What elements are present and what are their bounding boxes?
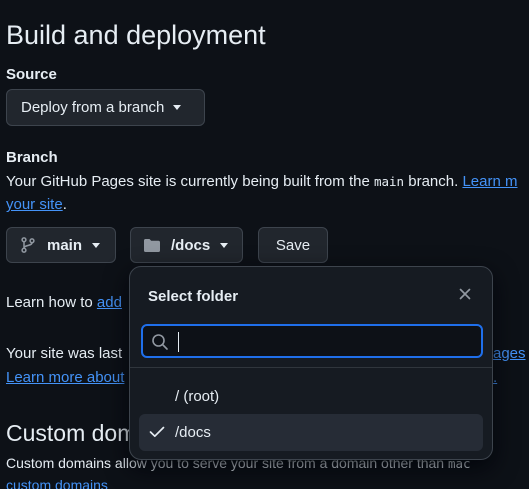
folder-select-button[interactable]: /docs xyxy=(130,227,243,263)
source-select-value: Deploy from a branch xyxy=(21,99,165,116)
folder-option-label: /docs xyxy=(175,424,211,441)
source-select-button[interactable]: Deploy from a branch xyxy=(6,89,205,126)
deployed-trailing-text: . xyxy=(493,369,498,386)
pages-settings: Build and deployment Source Deploy from … xyxy=(0,0,529,489)
caret-down-icon xyxy=(173,105,182,110)
search-icon xyxy=(152,334,168,350)
learn-more-deploy-link[interactable]: Learn more about xyxy=(6,369,124,386)
branch-code: main xyxy=(373,174,405,189)
dropdown-divider xyxy=(130,367,492,368)
folder-option-label: / (root) xyxy=(175,388,220,405)
add-workflow-link[interactable]: add xyxy=(97,294,122,311)
branch-description-line2: your site. xyxy=(6,196,67,213)
your-site-link[interactable]: your site xyxy=(6,196,63,213)
learn-more-deploy: Learn more about xyxy=(6,369,124,386)
check-icon xyxy=(149,426,165,438)
learn-more-link[interactable]: Learn m xyxy=(462,173,517,190)
branch-label: Branch xyxy=(6,149,58,166)
caret-down-icon xyxy=(220,242,229,248)
deployed-link-right: ages xyxy=(493,345,526,362)
custom-domain-title: Custom dom xyxy=(6,420,137,446)
deployed-text: Your site was last xyxy=(6,345,123,362)
section-title: Build and deployment xyxy=(6,20,266,50)
branch-desc-text-1: Your GitHub Pages site is currently bein… xyxy=(6,173,374,190)
custom-domains-link[interactable]: custom domains xyxy=(6,477,108,489)
folder-icon xyxy=(144,238,160,252)
git-branch-icon xyxy=(21,237,35,253)
source-label: Source xyxy=(6,66,57,83)
learn-how-text: Learn how to xyxy=(6,294,97,311)
branch-select-value: main xyxy=(47,236,83,254)
branch-desc-text-2: branch. xyxy=(404,173,463,190)
folder-select-value: /docs xyxy=(171,236,211,254)
close-icon[interactable] xyxy=(456,285,474,303)
custom-domain-link-line: custom domains xyxy=(6,477,108,489)
branch-select-button[interactable]: main xyxy=(6,227,116,263)
branch-description: Your GitHub Pages site is currently bein… xyxy=(6,173,517,190)
deployed-trailing: . xyxy=(493,369,497,386)
github-pages-link[interactable]: ages xyxy=(493,345,526,362)
text-cursor xyxy=(178,332,179,352)
folder-search-input[interactable] xyxy=(177,331,477,353)
caret-down-icon xyxy=(92,242,101,248)
save-button[interactable]: Save xyxy=(258,227,328,263)
folder-option-root[interactable]: / (root) xyxy=(139,378,483,415)
branch-desc-end: . xyxy=(62,196,67,213)
select-folder-dropdown: Select folder / (root) /docs xyxy=(129,266,493,460)
folder-search-field[interactable] xyxy=(141,324,483,358)
dropdown-title: Select folder xyxy=(148,288,239,305)
custom-workflow-text: Learn how to add xyxy=(6,294,122,311)
folder-option-docs[interactable]: /docs xyxy=(139,414,483,451)
